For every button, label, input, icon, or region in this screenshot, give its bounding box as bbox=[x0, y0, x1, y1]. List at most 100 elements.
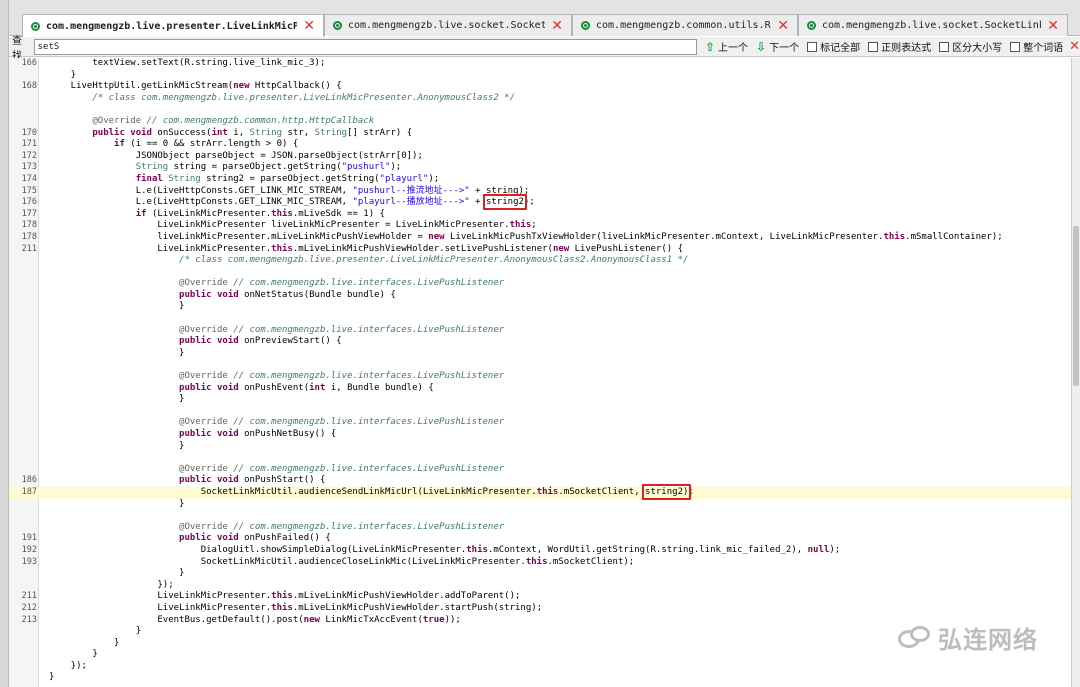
close-icon[interactable]: ✕ bbox=[777, 18, 789, 34]
code-editor[interactable]: 166 textView.setText(R.string.live_link_… bbox=[9, 58, 1071, 687]
tab-label: com.mengmengzb.live.socket.SocketLinkMic… bbox=[822, 20, 1041, 31]
code-line: 211 LiveLinkMicPresenter.this.mLiveLinkM… bbox=[9, 591, 1071, 603]
code-text: } bbox=[49, 347, 185, 358]
line-number: 176 bbox=[21, 197, 37, 208]
code-text: String string = parseObject.getString("p… bbox=[135, 162, 402, 173]
line-number: 211 bbox=[21, 243, 37, 254]
close-find-icon[interactable]: ✕ bbox=[1069, 39, 1080, 54]
code-text: @Override // com.mengmengzb.live.interfa… bbox=[179, 417, 505, 428]
class-icon bbox=[581, 21, 590, 30]
code-lines: 166 textView.setText(R.string.live_link_… bbox=[9, 58, 1071, 684]
code-line: public void onPreviewStart() { bbox=[9, 336, 1071, 348]
code-text: @Override // com.mengmengzb.live.interfa… bbox=[179, 371, 505, 382]
case-sensitive-checkbox[interactable]: 区分大小写 bbox=[939, 39, 1002, 54]
line-number: 186 bbox=[21, 475, 37, 486]
code-text: textView.setText(R.string.live_link_mic_… bbox=[49, 58, 326, 68]
code-line: public void onPushNetBusy() { bbox=[9, 429, 1071, 441]
code-line: } bbox=[9, 441, 1071, 453]
tab-socket-link-mic-util[interactable]: com.mengmengzb.live.socket.SocketLinkMic… bbox=[798, 14, 1068, 36]
find-prev-button[interactable]: ⇧ 上一个 bbox=[704, 39, 748, 55]
class-icon bbox=[807, 21, 816, 30]
watermark: 弘连网络 bbox=[898, 620, 1038, 655]
code-text: /* class com.mengmengzb.live.presenter.L… bbox=[49, 255, 689, 266]
code-line: @Override // com.mengmengzb.live.interfa… bbox=[9, 278, 1071, 290]
code-text: LiveLinkMicPresenter.this.mLiveLinkMicPu… bbox=[49, 243, 684, 254]
line-number: 177 bbox=[21, 208, 37, 219]
code-line: 173 String string = parseObject.getStrin… bbox=[9, 162, 1071, 174]
tab-label: com.mengmengzb.live.presenter.LiveLinkMi… bbox=[46, 20, 297, 32]
code-line: 178 liveLinkMicPresenter.mLiveLinkMicPus… bbox=[9, 232, 1071, 244]
line-number: 193 bbox=[21, 556, 37, 567]
find-bar: 查找 ⇧上一个 ⇩下一个 标记全部 正则表达式 区分大小写 整个词语 ✕ bbox=[9, 36, 1080, 62]
code-line: 174 final String string2 = parseObject.g… bbox=[9, 174, 1071, 186]
code-text: } bbox=[49, 498, 185, 509]
code-line: @Override // com.mengmengzb.common.http.… bbox=[9, 116, 1071, 128]
code-text: LiveLinkMicPresenter liveLinkMicPresente… bbox=[49, 220, 537, 231]
scrollbar-thumb[interactable] bbox=[1073, 226, 1079, 386]
mark-all-checkbox[interactable]: 标记全部 bbox=[807, 39, 860, 54]
line-number: 172 bbox=[21, 150, 37, 161]
tab-live-link-mic-presenter[interactable]: com.mengmengzb.live.presenter.LiveLinkMi… bbox=[22, 14, 324, 37]
code-line: @Override // com.mengmengzb.live.interfa… bbox=[9, 417, 1071, 429]
arrow-up-icon: ⇧ bbox=[704, 39, 716, 54]
code-line: 178 LiveLinkMicPresenter liveLinkMicPres… bbox=[9, 220, 1071, 232]
code-line: }); bbox=[9, 580, 1071, 592]
close-icon[interactable]: ✕ bbox=[303, 18, 315, 34]
tab-socket-client[interactable]: com.mengmengzb.live.socket.SocketClient … bbox=[324, 14, 572, 36]
code-line: 177 if (LiveLinkMicPresenter.this.mLiveS… bbox=[9, 209, 1071, 221]
code-text: @Override // com.mengmengzb.live.interfa… bbox=[179, 463, 505, 474]
line-number: 171 bbox=[21, 139, 37, 150]
search-input[interactable] bbox=[33, 38, 697, 55]
whole-word-checkbox[interactable]: 整个词语 bbox=[1010, 39, 1063, 54]
code-text: SocketLinkMicUtil.audienceCloseLinkMic(L… bbox=[49, 556, 635, 567]
code-text: SocketLinkMicUtil.audienceSendLinkMicUrl… bbox=[49, 486, 694, 497]
code-text: EventBus.getDefault().post(new LinkMicTx… bbox=[49, 614, 461, 625]
regex-checkbox[interactable]: 正则表达式 bbox=[868, 39, 931, 54]
class-icon bbox=[31, 21, 40, 31]
close-icon[interactable]: ✕ bbox=[551, 18, 563, 34]
code-text: public void onPushStart() { bbox=[179, 475, 326, 486]
line-number: 178 bbox=[21, 220, 37, 231]
line-number: 175 bbox=[21, 185, 37, 196]
line-number: 170 bbox=[21, 127, 37, 138]
class-icon bbox=[333, 21, 342, 30]
code-text: public void onSuccess(int i, String str,… bbox=[92, 127, 413, 138]
code-line: 166 textView.setText(R.string.live_link_… bbox=[9, 58, 1071, 70]
line-number: 192 bbox=[21, 544, 37, 555]
code-line: @Override // com.mengmengzb.live.interfa… bbox=[9, 464, 1071, 476]
find-next-button[interactable]: ⇩ 下一个 bbox=[756, 39, 799, 55]
code-text: } bbox=[49, 649, 98, 660]
code-line: } bbox=[9, 672, 1071, 684]
code-text: @Override // com.mengmengzb.live.interfa… bbox=[179, 324, 505, 335]
tab-rsa-util[interactable]: com.mengmengzb.common.utils.RSAUtil ✕ bbox=[572, 14, 798, 36]
code-line: } bbox=[9, 70, 1071, 82]
code-text: DialogUitl.showSimpleDialog(LiveLinkMicP… bbox=[49, 544, 841, 555]
vertical-scrollbar[interactable] bbox=[1071, 58, 1080, 687]
code-line: 168 LiveHttpUtil.getLinkMicStream(new Ht… bbox=[9, 81, 1071, 93]
code-line: 187 SocketLinkMicUtil.audienceSendLinkMi… bbox=[9, 486, 1071, 499]
code-line: 212 LiveLinkMicPresenter.this.mLiveLinkM… bbox=[9, 603, 1071, 615]
find-label: 查找 bbox=[12, 35, 22, 62]
close-icon[interactable]: ✕ bbox=[1047, 18, 1059, 34]
code-line: public void onNetStatus(Bundle bundle) { bbox=[9, 290, 1071, 302]
code-line: } bbox=[9, 301, 1071, 313]
line-number: 173 bbox=[21, 162, 37, 173]
tab-label: com.mengmengzb.common.utils.RSAUtil bbox=[596, 20, 771, 31]
code-text: public void onPreviewStart() { bbox=[179, 336, 342, 347]
code-text: public void onPushNetBusy() { bbox=[179, 429, 337, 439]
code-text: if (LiveLinkMicPresenter.this.mLiveSdk =… bbox=[135, 208, 385, 219]
highlight-box bbox=[642, 483, 692, 500]
code-text: }); bbox=[49, 660, 87, 671]
code-text: L.e(LiveHttpConsts.GET_LINK_MIC_STREAM, … bbox=[49, 185, 530, 196]
code-line: public void onPushEvent(int i, Bundle bu… bbox=[9, 383, 1071, 395]
code-line: }); bbox=[9, 661, 1071, 673]
line-number: 191 bbox=[21, 533, 37, 544]
line-number: 213 bbox=[21, 614, 37, 625]
code-text: } bbox=[49, 568, 185, 579]
